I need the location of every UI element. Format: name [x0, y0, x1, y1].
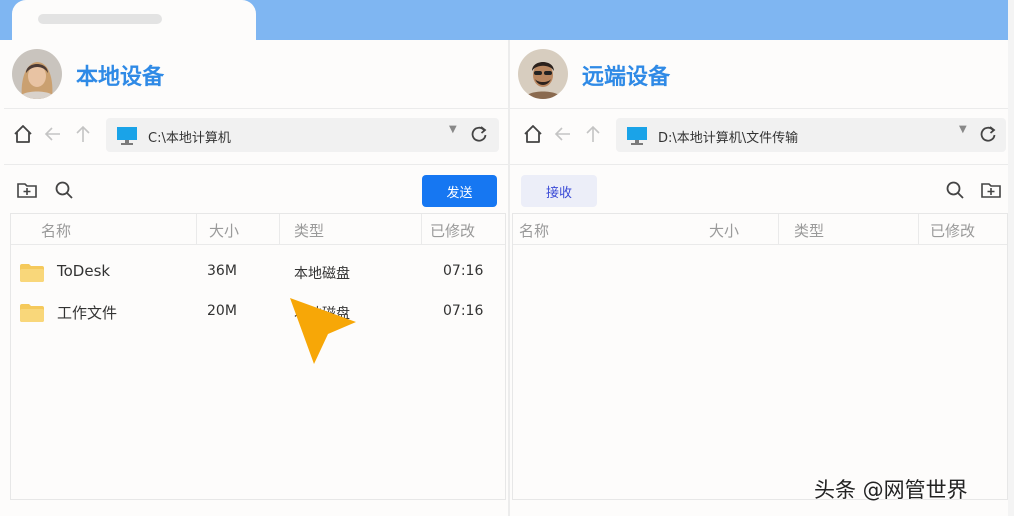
- file-type: 本地磁盘: [294, 266, 350, 282]
- file-size: 36M: [207, 263, 237, 279]
- watermark-text: 头条 @网管世界: [814, 478, 968, 502]
- receive-button[interactable]: 接收: [521, 175, 597, 207]
- right-edge: [1008, 0, 1014, 516]
- folder-icon: [20, 304, 44, 322]
- column-separator[interactable]: [918, 214, 919, 244]
- remote-header: 远端设备: [510, 40, 1008, 109]
- remote-actions: 接收: [510, 165, 1008, 211]
- file-modified: 07:16: [443, 303, 484, 319]
- local-navbar: C:\本地计算机 ▼: [4, 109, 508, 165]
- column-size-header[interactable]: 大小: [209, 220, 239, 241]
- column-name-header[interactable]: 名称: [519, 220, 549, 241]
- file-name: ToDesk: [57, 262, 111, 280]
- remote-file-table: 名称 大小 类型 已修改: [512, 213, 1008, 500]
- dropdown-caret-icon[interactable]: ▼: [959, 124, 967, 135]
- table-row[interactable]: 工作文件 20M 本地磁盘 07:16: [11, 292, 505, 332]
- send-button[interactable]: 发送: [422, 175, 497, 207]
- new-folder-icon[interactable]: [16, 179, 38, 201]
- title-bar: [0, 0, 1010, 40]
- local-table-header: 名称 大小 类型 已修改: [11, 214, 505, 245]
- local-header: 本地设备: [4, 40, 508, 109]
- local-path-field[interactable]: C:\本地计算机 ▼: [106, 118, 499, 152]
- search-icon[interactable]: [53, 179, 75, 201]
- column-name-header[interactable]: 名称: [41, 220, 71, 241]
- local-device-title: 本地设备: [76, 65, 165, 90]
- column-modified-header[interactable]: 已修改: [930, 220, 975, 241]
- column-type-header[interactable]: 类型: [294, 220, 324, 241]
- column-separator[interactable]: [778, 214, 779, 244]
- new-folder-icon[interactable]: [980, 179, 1002, 201]
- local-panel: 本地设备 C:\本地计算机 ▼ 发送 名称 大小 类型 已修改 ToDesk 3…: [4, 40, 508, 516]
- column-separator[interactable]: [421, 214, 422, 244]
- window-tab[interactable]: [12, 0, 256, 40]
- file-modified: 07:16: [443, 263, 484, 279]
- local-file-table: 名称 大小 类型 已修改 ToDesk 36M 本地磁盘 07:16 工作文件: [10, 213, 506, 500]
- search-icon[interactable]: [944, 179, 966, 201]
- dropdown-caret-icon[interactable]: ▼: [449, 124, 457, 135]
- back-arrow-icon[interactable]: [42, 123, 64, 145]
- tab-title-placeholder: [38, 14, 162, 24]
- folder-icon: [20, 264, 44, 282]
- refresh-icon[interactable]: [469, 124, 489, 144]
- home-icon[interactable]: [12, 123, 34, 145]
- column-modified-header[interactable]: 已修改: [430, 220, 475, 241]
- column-size-header[interactable]: 大小: [709, 220, 739, 241]
- local-avatar: [12, 49, 62, 99]
- up-arrow-icon[interactable]: [582, 123, 604, 145]
- remote-table-header: 名称 大小 类型 已修改: [513, 214, 1007, 245]
- file-name: 工作文件: [57, 304, 118, 322]
- remote-avatar: [518, 49, 568, 99]
- up-arrow-icon[interactable]: [72, 123, 94, 145]
- column-separator[interactable]: [196, 214, 197, 244]
- monitor-icon: [117, 127, 137, 145]
- column-separator[interactable]: [279, 214, 280, 244]
- remote-path-text: D:\本地计算机\文件传输: [658, 131, 799, 146]
- column-type-header[interactable]: 类型: [794, 220, 824, 241]
- home-icon[interactable]: [522, 123, 544, 145]
- monitor-icon: [627, 127, 647, 145]
- back-arrow-icon[interactable]: [552, 123, 574, 145]
- refresh-icon[interactable]: [978, 124, 998, 144]
- table-row[interactable]: ToDesk 36M 本地磁盘 07:16: [11, 252, 505, 292]
- remote-navbar: D:\本地计算机\文件传输 ▼: [510, 109, 1008, 165]
- local-actions: 发送: [4, 165, 508, 211]
- remote-device-title: 远端设备: [582, 65, 671, 90]
- remote-path-field[interactable]: D:\本地计算机\文件传输 ▼: [616, 118, 1006, 152]
- remote-panel: 远端设备 D:\本地计算机\文件传输 ▼ 接收 名称 大小 类型 已修改: [510, 40, 1008, 516]
- local-path-text: C:\本地计算机: [148, 131, 231, 146]
- file-size: 20M: [207, 303, 237, 319]
- pointer-cursor-icon: [290, 298, 356, 364]
